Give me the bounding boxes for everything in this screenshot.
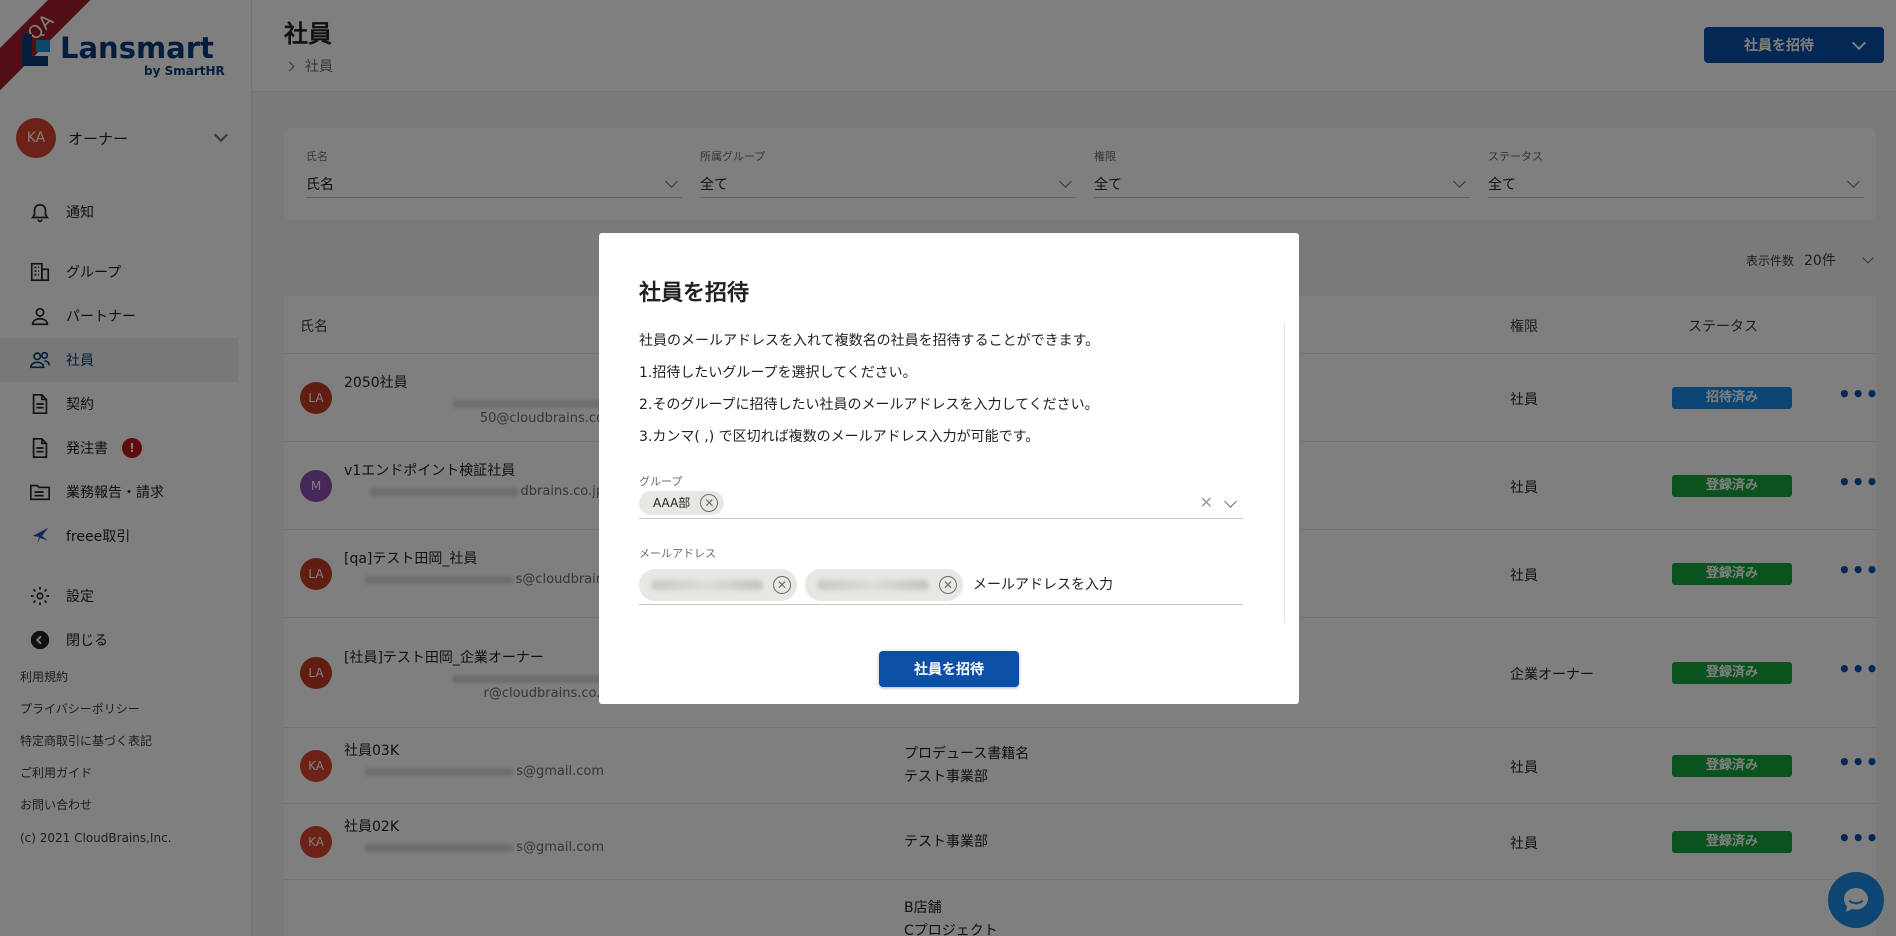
email-chip-redacted <box>817 579 929 590</box>
email-field[interactable]: ✕ ✕ <box>639 565 1243 605</box>
invite-modal: 社員を招待 社員のメールアドレスを入れて複数名の社員を招待することができます。 … <box>599 233 1299 704</box>
submit-invite-button[interactable]: 社員を招待 <box>879 651 1019 687</box>
modal-scrollbar[interactable] <box>1284 323 1285 623</box>
clear-icon[interactable]: ✕ <box>1200 493 1213 512</box>
group-select[interactable]: AAA部 ✕ ✕ <box>639 487 1243 519</box>
email-chip: ✕ <box>805 568 963 601</box>
group-chip-label: AAA部 <box>653 496 691 510</box>
remove-chip-icon[interactable]: ✕ <box>773 575 791 594</box>
description-line: 2.そのグループに招待したい社員のメールアドレスを入力してください。 <box>639 397 1099 413</box>
email-chip-redacted <box>651 579 763 590</box>
description-line: 1.招待したいグループを選択してください。 <box>639 365 917 381</box>
email-input[interactable] <box>973 576 1173 593</box>
remove-chip-icon[interactable]: ✕ <box>939 575 957 594</box>
group-chip: AAA部 ✕ <box>639 490 725 515</box>
chevron-down-icon[interactable] <box>1224 495 1237 508</box>
description-line: 社員のメールアドレスを入れて複数名の社員を招待することができます。 <box>639 333 1100 349</box>
modal-description: 社員のメールアドレスを入れて複数名の社員を招待することができます。 1.招待した… <box>639 331 1259 447</box>
description-line: 3.カンマ( ,) で区切れば複数のメールアドレス入力が可能です。 <box>639 429 1040 445</box>
email-field-label: メールアドレス <box>639 547 716 560</box>
modal-title: 社員を招待 <box>639 281 750 306</box>
email-chip: ✕ <box>639 568 797 601</box>
remove-chip-icon[interactable]: ✕ <box>700 493 719 512</box>
